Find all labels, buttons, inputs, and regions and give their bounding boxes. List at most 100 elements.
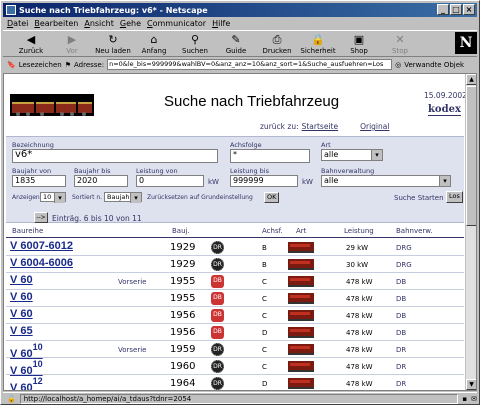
toolbar-shop-button[interactable]: ▣ Shop bbox=[339, 31, 379, 58]
locomotive-thumbnail[interactable] bbox=[288, 327, 314, 338]
leistung-von-input[interactable]: 0 bbox=[136, 175, 204, 187]
locomotive-thumbnail[interactable] bbox=[288, 361, 314, 372]
kodex-logo[interactable]: kodex bbox=[428, 104, 461, 116]
column-header-bahnverw[interactable]: Bahnverw. bbox=[396, 227, 433, 235]
locomotive-thumbnail[interactable] bbox=[288, 242, 314, 253]
status-bar: 🔓 http://localhost/a_homep/ai/a_tdaus?td… bbox=[3, 392, 477, 404]
kw-unit-2: kW bbox=[302, 178, 313, 186]
menu-item-bearbeiten[interactable]: Bearbeiten bbox=[34, 19, 78, 28]
baureihe-link[interactable]: V 65 bbox=[10, 325, 33, 337]
scroll-thumb[interactable] bbox=[466, 86, 476, 226]
baureihe-link[interactable]: V 60 bbox=[10, 291, 33, 303]
menu-item-ansicht[interactable]: Ansicht bbox=[84, 19, 114, 28]
art-select[interactable]: alle bbox=[321, 149, 383, 161]
toolbar-sicherheit-button[interactable]: 🔒 Sicherheit bbox=[298, 31, 338, 58]
locomotive-thumbnail[interactable] bbox=[288, 293, 314, 304]
bookmarks-button[interactable]: Lesezeichen bbox=[19, 61, 62, 69]
window-title: Suche nach Triebfahrzeug: v6* - Netscape bbox=[19, 5, 208, 15]
anzeigen-select[interactable]: 10 bbox=[40, 192, 66, 203]
back-prefix: zurück zu: bbox=[260, 122, 299, 131]
toolbar-anfang-button[interactable]: ⌂ Anfang bbox=[134, 31, 174, 58]
achsfolge-value: C bbox=[262, 295, 267, 303]
baureihe-link[interactable]: V 6012 bbox=[10, 376, 43, 390]
toolbar-suchen-button[interactable]: ⚲ Suchen bbox=[175, 31, 215, 58]
baujahr-von-label: Baujahr von bbox=[12, 167, 52, 175]
netscape-app-icon bbox=[6, 5, 16, 15]
bookmark-icon[interactable]: 🔖 bbox=[7, 61, 16, 69]
reset-ok-button[interactable]: OK bbox=[264, 192, 280, 203]
toolbar-neu-laden-button[interactable]: ↻ Neu laden bbox=[93, 31, 133, 58]
table-row: V 6004-6006 1929 DR B 30 kW DRG bbox=[6, 256, 464, 273]
baujahr-value: 1929 bbox=[170, 242, 196, 253]
baujahr-value: 1955 bbox=[170, 293, 196, 304]
column-header-art[interactable]: Art bbox=[296, 227, 306, 235]
minimize-icon[interactable]: _ bbox=[437, 4, 449, 15]
url-input[interactable]: n=0&le_bis=999999&wahlBV=0&anz_anz=10&an… bbox=[107, 59, 393, 70]
page-date: 15.09.2002 bbox=[424, 91, 467, 100]
bahnverwaltung-select[interactable]: alle bbox=[321, 175, 451, 187]
baujahr-value: 1956 bbox=[170, 327, 196, 338]
leistung-bis-input[interactable]: 999999 bbox=[230, 175, 298, 187]
column-header-achsf[interactable]: Achsf. bbox=[262, 227, 283, 235]
locomotive-thumbnail[interactable] bbox=[288, 276, 314, 287]
baujahr-value: 1956 bbox=[170, 310, 196, 321]
achsfolge-input[interactable]: * bbox=[230, 149, 310, 163]
vertical-scrollbar[interactable]: ▲ ▼ bbox=[465, 74, 476, 390]
startseite-link[interactable]: Startseite bbox=[302, 122, 338, 131]
bahnverwaltung-value: DR bbox=[396, 380, 407, 388]
baujahr-bis-input[interactable]: 2020 bbox=[74, 175, 128, 187]
maximize-icon[interactable]: □ bbox=[450, 4, 462, 15]
search-icon: ⚲ bbox=[190, 33, 200, 46]
print-icon: ⎙ bbox=[272, 33, 282, 46]
locomotive-thumbnail[interactable] bbox=[288, 344, 314, 355]
railway-emblem-icon: DR bbox=[211, 377, 224, 390]
locomotive-thumbnail[interactable] bbox=[288, 259, 314, 270]
sortiert-select[interactable]: Baujahr bbox=[104, 192, 142, 203]
next-page-button[interactable]: --> bbox=[34, 212, 48, 223]
achsfolge-label: Achsfolge bbox=[230, 141, 262, 149]
scroll-down-icon[interactable]: ▼ bbox=[466, 379, 476, 390]
toolbar-guide-button[interactable]: ✎ Guide bbox=[216, 31, 256, 58]
security-lock-icon[interactable]: 🔓 bbox=[7, 395, 16, 403]
menu-item-gehe[interactable]: Gehe bbox=[120, 19, 141, 28]
variant-label: Vorserie bbox=[118, 346, 147, 354]
baureihe-link[interactable]: V 60 bbox=[10, 274, 33, 286]
menu-item-datei[interactable]: Datei bbox=[7, 19, 28, 28]
bahnverwaltung-value: DRG bbox=[396, 244, 412, 252]
table-row: V 6007-6012 1929 DR B 29 kW DRG bbox=[6, 239, 464, 256]
baureihe-name: V 60 bbox=[10, 308, 33, 320]
original-link[interactable]: Original bbox=[360, 122, 389, 131]
suche-los-button[interactable]: Los bbox=[446, 191, 463, 203]
baujahr-von-input[interactable]: 1835 bbox=[12, 175, 66, 187]
achsfolge-value: C bbox=[262, 312, 267, 320]
baureihe-link[interactable]: V 6004-6006 bbox=[10, 257, 73, 269]
baureihe-link[interactable]: V 60 bbox=[10, 308, 33, 320]
related-button[interactable]: Verwandte Objek bbox=[404, 61, 464, 69]
bezeichnung-input[interactable]: v6* bbox=[12, 149, 218, 163]
component-bar-icon[interactable]: ✉ bbox=[471, 395, 477, 403]
toolbar-vor-button[interactable]: ▶ Vor bbox=[52, 31, 92, 58]
leistung-value: 478 kW bbox=[346, 312, 373, 320]
baureihe-name: V 60 bbox=[10, 291, 33, 303]
table-row: V 60 1955 DB C 478 kW DB bbox=[6, 290, 464, 307]
baureihe-link[interactable]: V 6007-6012 bbox=[10, 240, 73, 252]
toolbar-drucken-button[interactable]: ⎙ Drucken bbox=[257, 31, 297, 58]
baureihe-name: V 60 bbox=[10, 274, 33, 286]
menu-item-communicator[interactable]: Communicator bbox=[147, 19, 206, 28]
anzeigen-label: Anzeigen bbox=[12, 194, 40, 201]
toolbar-stop-button[interactable]: ✕ Stop bbox=[380, 31, 420, 58]
bahnverwaltung-value: DB bbox=[396, 278, 407, 286]
baureihe-suffix: 12 bbox=[32, 376, 43, 386]
column-header-bauj[interactable]: Bauj. bbox=[172, 227, 190, 235]
achsfolge-value: C bbox=[262, 346, 267, 354]
results-table-header: Baureihe Bauj. Achsf. Art Leistung Bahnverw. bbox=[6, 227, 464, 237]
locomotive-thumbnail[interactable] bbox=[288, 378, 314, 389]
scroll-up-icon[interactable]: ▲ bbox=[466, 74, 476, 85]
locomotive-thumbnail[interactable] bbox=[288, 310, 314, 321]
column-header-leistung[interactable]: Leistung bbox=[344, 227, 374, 235]
column-header-baureihe[interactable]: Baureihe bbox=[12, 227, 43, 235]
menu-item-hilfe[interactable]: Hilfe bbox=[212, 19, 230, 28]
toolbar-zurück-button[interactable]: ◀ Zurück bbox=[11, 31, 51, 58]
close-icon[interactable]: × bbox=[463, 4, 475, 15]
netscape-logo-icon[interactable]: N bbox=[455, 32, 477, 54]
